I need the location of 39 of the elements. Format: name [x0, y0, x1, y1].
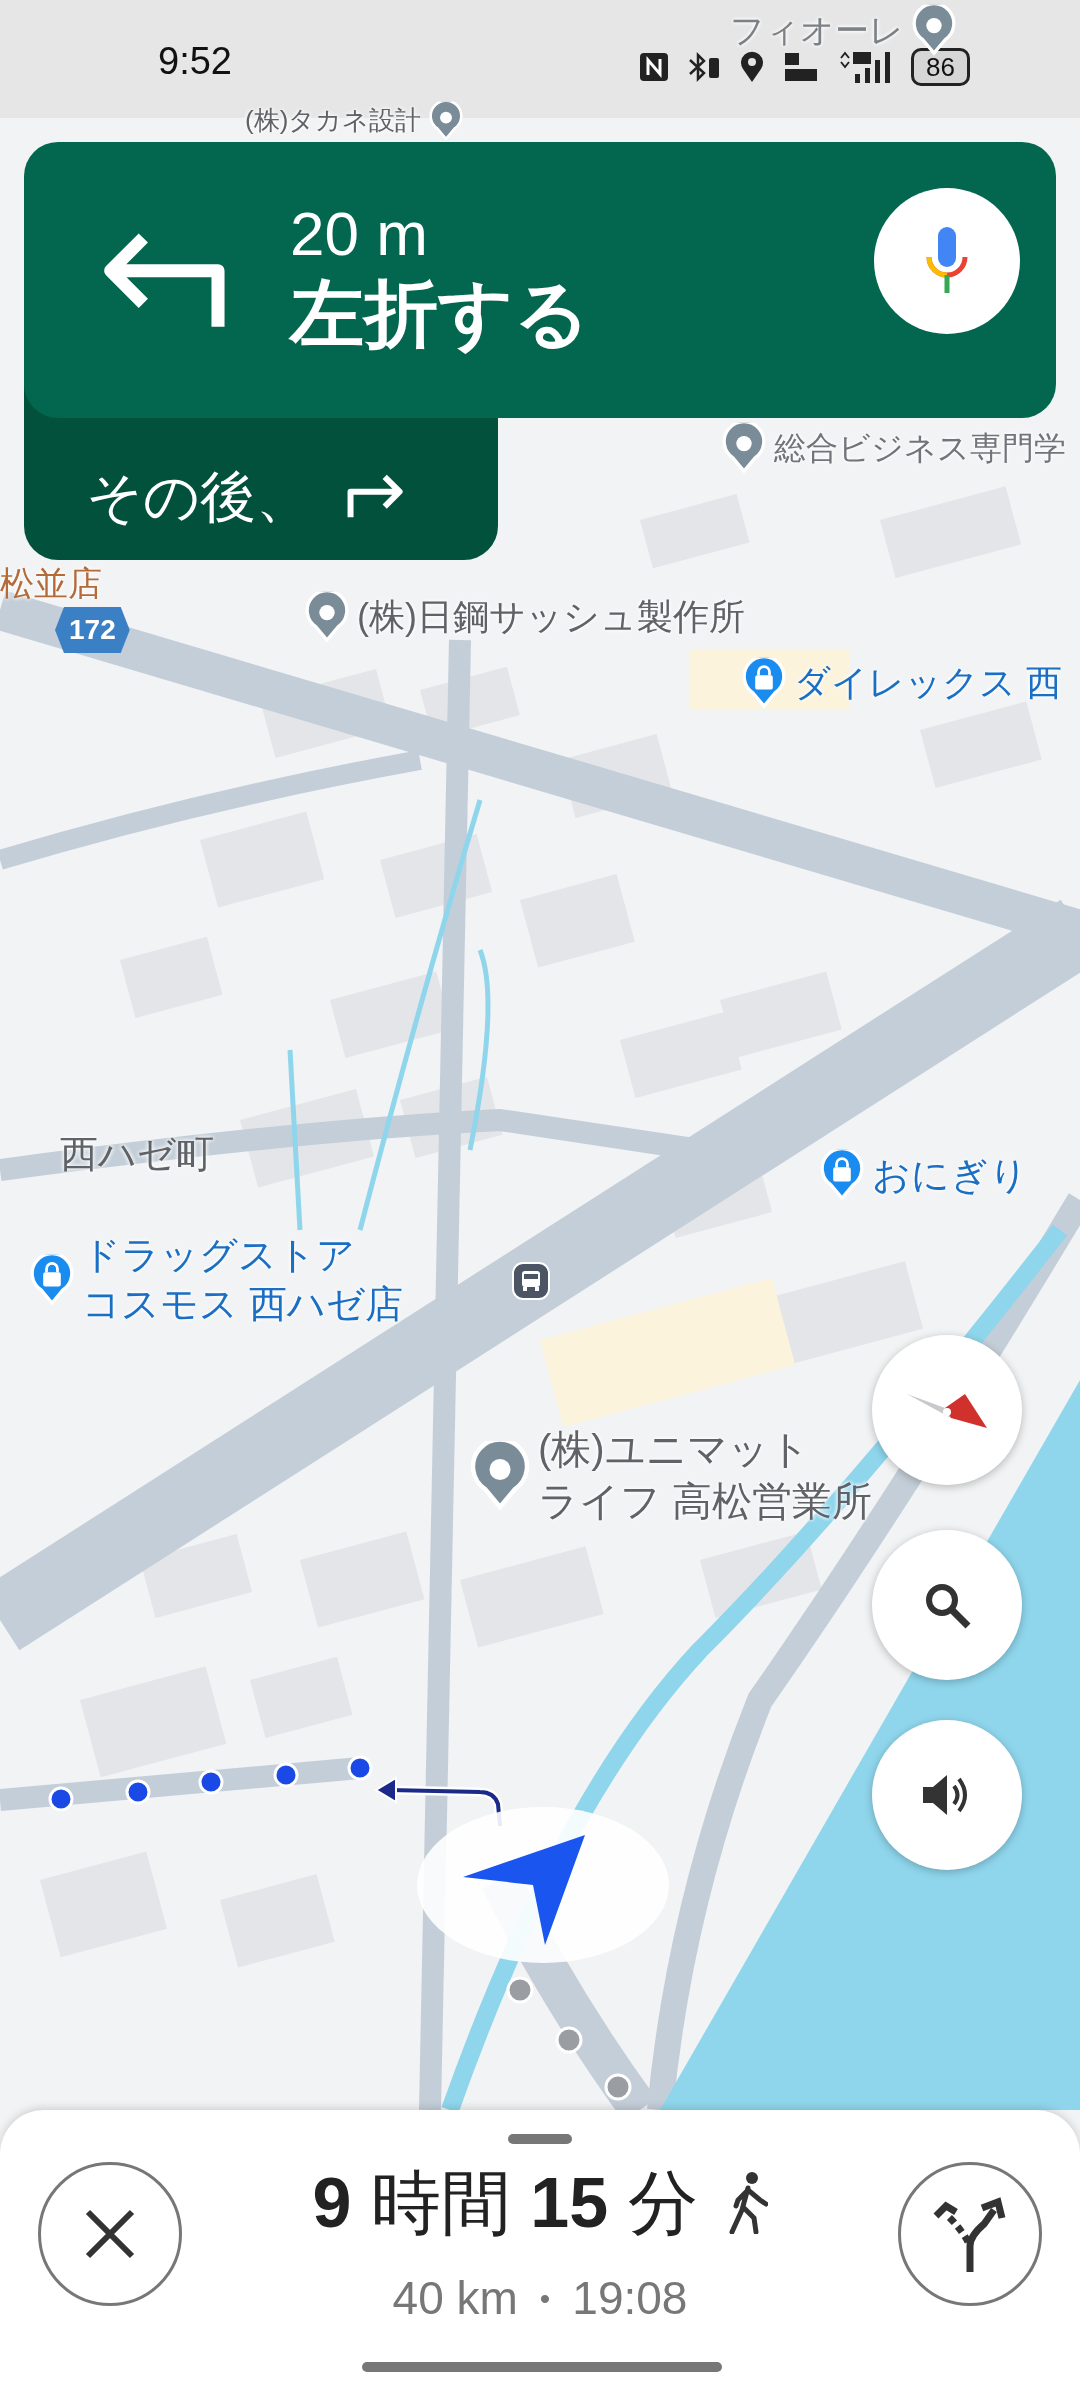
route-dot [273, 1762, 299, 1788]
turn-distance: 20 m [290, 199, 429, 268]
trip-distance: 40 km [392, 2271, 518, 2326]
place-label: ダイレックス 西 [794, 660, 1062, 705]
place-pin-icon[interactable] [912, 4, 956, 56]
then-label: その後、 [86, 466, 312, 528]
route-dot [48, 1786, 74, 1812]
turn-instruction: 左折する [290, 270, 590, 357]
place-label: (株)タカネ設計 [245, 104, 422, 138]
route-dot [506, 1976, 534, 2004]
route-dot [347, 1755, 373, 1781]
route-dot [555, 2026, 583, 2054]
place-label: おにぎり [872, 1152, 1028, 1198]
place-label: (株)ユニマット [538, 1426, 811, 1473]
shopping-bag-pin-icon[interactable] [742, 657, 786, 709]
place-label: 総合ビジネス専門学 [774, 428, 1066, 468]
arrival-time: 19:08 [572, 2271, 688, 2326]
battery-indicator: 86 [911, 48, 970, 86]
place-label: ドラッグストア [82, 1232, 356, 1278]
shopping-bag-pin-icon[interactable] [820, 1149, 864, 1201]
route-dot [125, 1779, 151, 1805]
route-number-shield: 172 [55, 607, 130, 653]
status-time: 9:52 [158, 39, 232, 84]
shopping-bag-pin-icon[interactable] [30, 1254, 74, 1306]
place-label: (株)日鋼サッシュ製作所 [357, 594, 745, 639]
place-label: フィオーレ [730, 9, 904, 51]
bluetooth-icon [687, 51, 722, 83]
place-label: 松並店 [0, 562, 102, 604]
bus-stop-icon[interactable] [512, 1262, 550, 1300]
route-dot [604, 2073, 632, 2101]
route-dot [198, 1769, 224, 1795]
nfc-icon [639, 52, 670, 82]
location-icon [739, 51, 766, 83]
walking-person-icon [727, 2172, 768, 2234]
trip-duration: 9 時間 15 分 [312, 2168, 698, 2238]
place-label: 西ハゼ町 [60, 1132, 214, 1178]
drag-handle[interactable] [508, 2134, 572, 2144]
separator-dot: • [539, 2281, 551, 2317]
place-label: コスモス 西ハゼ店 [82, 1282, 403, 1327]
